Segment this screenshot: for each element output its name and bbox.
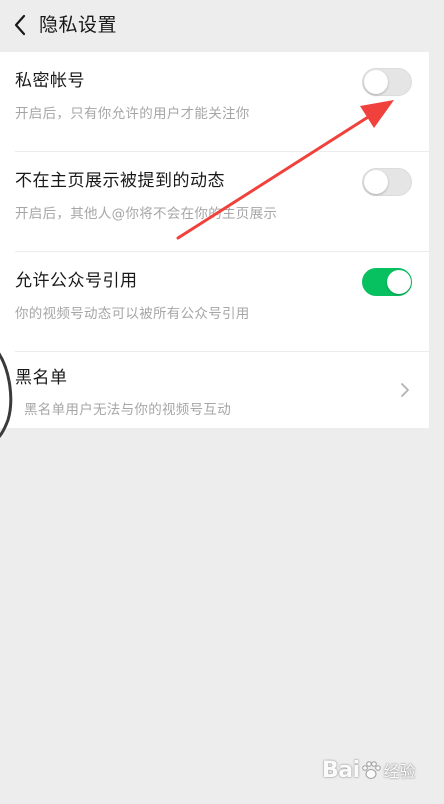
setting-subtitle: 黑名单用户无法与你的视频号互动 — [24, 402, 231, 418]
chevron-left-icon[interactable] — [6, 9, 34, 41]
setting-title: 允许公众号引用 — [15, 271, 138, 291]
watermark-brand: Bai — [322, 757, 360, 783]
setting-subtitle: 你的视频号动态可以被所有公众号引用 — [15, 306, 250, 322]
setting-subtitle: 开启后，只有你允许的用户才能关注你 — [15, 106, 250, 122]
setting-title: 不在主页展示被提到的动态 — [15, 171, 225, 191]
setting-row-allow-quote[interactable]: 允许公众号引用 你的视频号动态可以被所有公众号引用 — [0, 252, 429, 352]
chevron-right-icon — [397, 378, 413, 402]
watermark-suffix: 经验 — [383, 762, 416, 781]
nav-bar: 隐私设置 — [0, 0, 444, 50]
setting-row-blacklist[interactable]: 黑名单 黑名单用户无法与你的视频号互动 — [0, 352, 429, 428]
allow-quote-toggle[interactable] — [362, 268, 412, 296]
settings-list: 私密帐号 开启后，只有你允许的用户才能关注你 不在主页展示被提到的动态 开启后，… — [0, 52, 429, 428]
toggle-knob — [363, 169, 388, 194]
toggle-knob — [386, 269, 411, 294]
toggle-knob — [363, 69, 388, 94]
watermark-logo: Bai 经验 — [322, 750, 434, 790]
private-account-toggle[interactable] — [362, 68, 412, 96]
setting-title: 私密帐号 — [15, 71, 85, 91]
paw-icon — [361, 761, 381, 779]
setting-title: 黑名单 — [15, 368, 68, 388]
setting-row-hide-mentions[interactable]: 不在主页展示被提到的动态 开启后，其他人@你将不会在你的主页展示 — [0, 152, 429, 252]
page-title: 隐私设置 — [39, 14, 118, 36]
setting-row-private-account[interactable]: 私密帐号 开启后，只有你允许的用户才能关注你 — [0, 52, 429, 152]
setting-subtitle: 开启后，其他人@你将不会在你的主页展示 — [15, 206, 278, 222]
hide-mentions-toggle[interactable] — [362, 168, 412, 196]
